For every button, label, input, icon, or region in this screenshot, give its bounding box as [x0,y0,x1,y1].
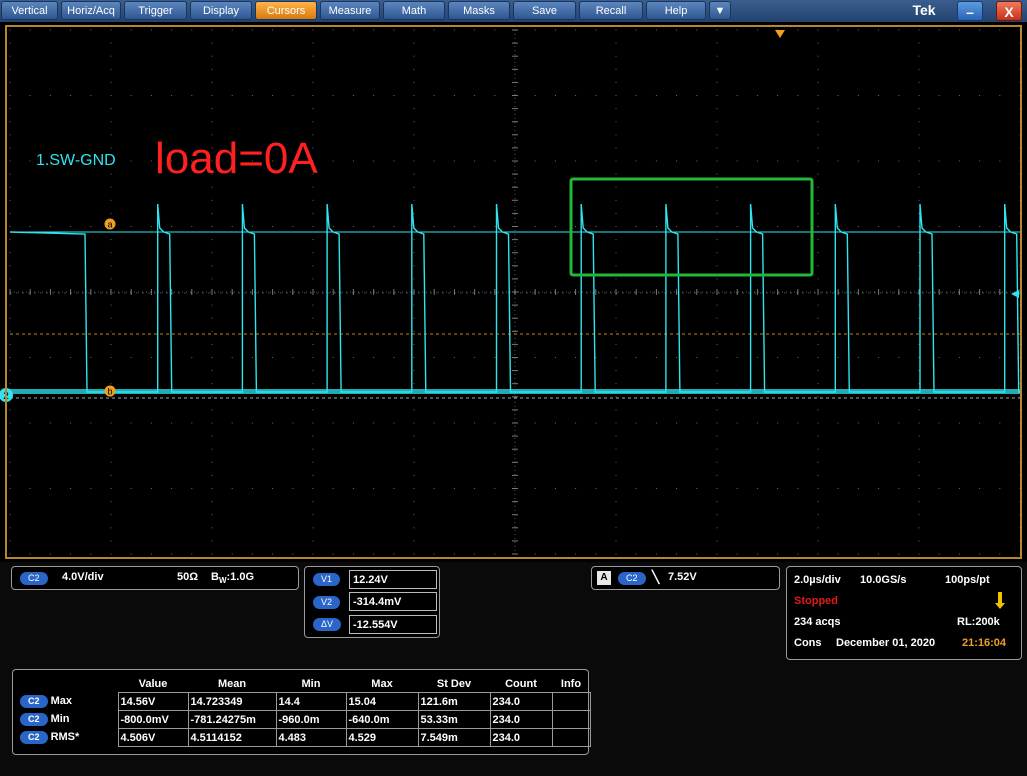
cell-max: 15.04 [345,692,419,711]
cell-value: 4.506V [117,728,189,747]
cell-count: 234.0 [489,728,553,747]
tek-logo: Tek [912,2,936,18]
vertical-scale: 4.0V/div [62,571,104,583]
record-length: RL:200k [957,616,1000,628]
cell-value: 14.56V [117,692,189,711]
row-measure-name: Min [50,713,70,725]
row-channel-badge: C2 [20,713,48,726]
table-row[interactable]: C2 Max 14.56V 14.723349 14.4 15.04 121.6… [18,692,591,711]
menu-vertical[interactable]: Vertical [1,1,58,20]
col-header-mean: Mean [217,678,247,690]
vertical-readout[interactable]: C2 4.0V/div 50Ω BW:1.0G [11,566,299,590]
col-header-stdev: St Dev [436,678,472,690]
cell-count: 234.0 [489,692,553,711]
acquisition-mode: Cons [794,637,822,649]
menu-help[interactable]: Help [646,1,706,20]
sample-rate: 10.0GS/s [860,574,907,586]
load-annotation: load=0A [155,134,318,183]
menu-math[interactable]: Math [383,1,445,20]
cell-min: -960.0m [275,710,347,729]
date: December 01, 2020 [836,637,936,649]
cell-min: 4.483 [275,728,347,747]
col-header-max: Max [371,678,393,690]
trigger-readout[interactable]: A C2 ╲ 7.52V [591,566,780,590]
cell-max: -640.0m [345,710,419,729]
time: 21:16:04 [962,637,1007,649]
col-header-value: Value [138,678,168,690]
ch2-badge: C2 [20,572,48,585]
cell-mean: 4.5114152 [187,728,277,747]
dv-value: -12.554V [349,615,437,634]
table-row[interactable]: C2 RMS* 4.506V 4.5114152 4.483 4.529 7.5… [18,728,591,747]
timebase: 2.0µs/div [794,574,841,586]
table-row[interactable]: C2 Min -800.0mV -781.24275m -960.0m -640… [18,710,591,729]
cell-mean: -781.24275m [187,710,277,729]
row-measure-name: RMS* [50,731,80,743]
trigger-mode-badge: A [597,571,611,585]
col-header-info: Info [560,678,582,690]
menu-measure[interactable]: Measure [320,1,380,20]
menu-trigger[interactable]: Trigger [124,1,187,20]
acquisition-state: Stopped [794,595,838,607]
row-channel-badge: C2 [20,731,48,744]
cell-mean: 14.723349 [187,692,277,711]
dv-badge: ΔV [313,618,342,631]
close-button[interactable]: X [996,1,1022,21]
measurement-table: Value Mean Min Max St Dev Count Info C2 … [18,676,591,747]
menu-cursors[interactable]: Cursors [255,1,317,20]
acquisition-count: 234 acqs [794,616,841,628]
cell-count: 234.0 [489,710,553,729]
cell-stdev: 53.33m [417,710,491,729]
waveform-display[interactable]: 2 a b 1.SW-GND load=0A [0,22,1027,562]
bandwidth: BW:1.0G [211,571,255,586]
menu-bar: Vertical Horiz/Acq Trigger Display Curso… [0,0,1027,22]
col-header-min: Min [301,678,321,690]
cell-stdev: 7.549m [417,728,491,747]
menu-save[interactable]: Save [513,1,576,20]
menu-horiz-acq[interactable]: Horiz/Acq [61,1,121,20]
cell-info [551,728,591,747]
v2-value: -314.4mV [349,592,437,611]
menu-more-dropdown[interactable]: ▼ [709,1,731,20]
channel-label: 1.SW-GND [36,152,116,169]
trigger-source-badge: C2 [618,572,646,585]
col-header-count: Count [505,678,537,690]
graticule-frame [5,25,1022,559]
menu-recall[interactable]: Recall [579,1,643,20]
v1-value: 12.24V [349,570,437,589]
cell-min: 14.4 [275,692,347,711]
cell-stdev: 121.6m [417,692,491,711]
row-channel-badge: C2 [20,695,48,708]
v2-badge: V2 [313,596,341,609]
cell-value: -800.0mV [117,710,189,729]
cell-info [551,692,591,711]
trigger-slope-icon: ╲ [652,570,660,584]
acquisition-readout[interactable]: 2.0µs/div 10.0GS/s 100ps/pt Stopped 234 … [786,566,1022,660]
status-area: C2 4.0V/div 50Ω BW:1.0G V1 12.24V V2 -31… [0,562,1027,776]
v1-badge: V1 [313,573,341,586]
menu-display[interactable]: Display [190,1,252,20]
trigger-level: 7.52V [668,571,697,583]
minimize-button[interactable]: – [957,1,983,21]
termination: 50Ω [177,571,199,583]
time-resolution: 100ps/pt [945,574,990,586]
cell-max: 4.529 [345,728,419,747]
cell-info [551,710,591,729]
menu-masks[interactable]: Masks [448,1,510,20]
row-measure-name: Max [50,695,72,707]
cursor-readout[interactable]: V1 12.24V V2 -314.4mV ΔV -12.554V [304,566,440,638]
